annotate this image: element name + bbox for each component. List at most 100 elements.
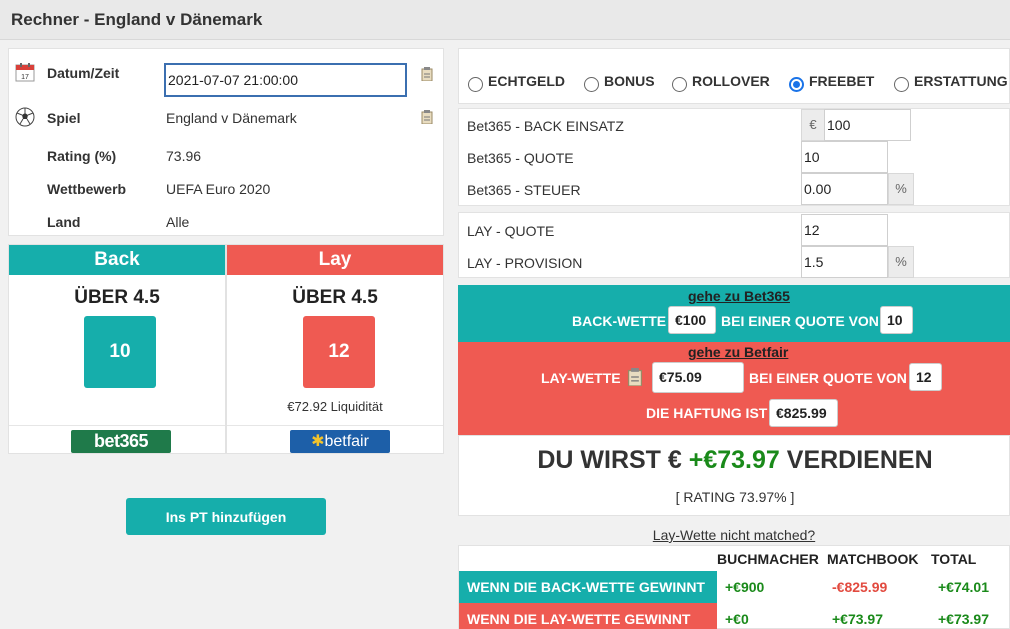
percent-addon: % <box>888 173 914 205</box>
lay-odds-button[interactable]: 12 <box>303 316 375 388</box>
lay-odds-row: LAY - QUOTE <box>459 214 1010 246</box>
radio-circle-icon <box>672 77 687 92</box>
competition-value: UEFA Euro 2020 <box>166 181 271 197</box>
betfair-arrow-icon: ✱ <box>311 433 325 450</box>
lay-not-matched-link[interactable]: Lay-Wette nicht matched? <box>458 527 1010 543</box>
profit-prefix: DU WIRST € <box>537 446 682 474</box>
competition-label: Wettbewerb <box>47 181 127 197</box>
match-value: England v Dänemark <box>166 110 297 126</box>
lay-market: ÜBER 4.5 <box>292 287 378 308</box>
datetime-input[interactable] <box>164 63 407 97</box>
back-fields-panel: Bet365 - BACK EINSATZ € Bet365 - QUOTE B… <box>458 108 1010 206</box>
percent-addon: % <box>888 246 914 278</box>
back-tax-label: Bet365 - STEUER <box>467 182 581 198</box>
svg-text:17: 17 <box>21 74 29 81</box>
bet365-logo[interactable]: bet365 <box>71 430 171 453</box>
table-row-lay-wins: WENN DIE LAY-WETTE GEWINNT <box>459 603 717 629</box>
lay-instruction-panel: gehe zu Betfair LAY-WETTE €75.09 BEI EIN… <box>458 342 1010 435</box>
back-tax-input[interactable] <box>801 173 888 205</box>
back-instruction-panel: gehe zu Bet365 BACK-WETTE €100 BEI EINER… <box>458 285 1010 342</box>
lay-odds-label: LAY - QUOTE <box>467 223 555 239</box>
radio-circle-icon <box>894 77 909 92</box>
back-odds-row: Bet365 - QUOTE <box>459 141 1010 173</box>
lay-odds-value: 12 <box>909 363 942 391</box>
country-value: Alle <box>166 214 190 230</box>
lay-wins-bookmaker: +€0 <box>725 611 749 627</box>
back-wins-matchbook: -€825.99 <box>832 579 888 595</box>
back-odds-button[interactable]: 10 <box>84 316 156 388</box>
profit-rating: [ RATING 73.97% ] <box>675 489 795 505</box>
back-bet-label: BACK-WETTE <box>572 313 667 329</box>
euro-addon: € <box>801 109 825 141</box>
lay-odds-text: BEI EINER QUOTE VON <box>749 370 907 386</box>
lay-fields-panel: LAY - QUOTE LAY - PROVISION % <box>458 212 1010 278</box>
liability-value: €825.99 <box>769 399 838 427</box>
lay-odds-input[interactable] <box>801 214 888 246</box>
datetime-row: 17 Datum/Zeit <box>9 57 445 97</box>
back-footer: bet365 <box>9 425 225 455</box>
goto-bet365-link[interactable]: gehe zu Bet365 <box>688 288 790 304</box>
back-wins-bookmaker: +€900 <box>725 579 765 595</box>
back-odds-label: Bet365 - QUOTE <box>467 150 574 166</box>
radio-label: ECHTGELD <box>488 73 565 89</box>
liability-label: DIE HAFTUNG IST <box>646 405 768 421</box>
country-label: Land <box>47 214 81 230</box>
calendar-icon: 17 <box>15 63 35 82</box>
radio-label: FREEBET <box>809 73 875 89</box>
table-row-back-wins: WENN DIE BACK-WETTE GEWINNT <box>459 571 717 603</box>
rating-label: Rating (%) <box>47 148 117 164</box>
page-title: Rechner - England v Dänemark <box>11 10 263 29</box>
back-wins-total: +€74.01 <box>938 579 989 595</box>
lay-column: Lay ÜBER 4.5 12 €72.92 Liquidität ✱betfa… <box>226 244 444 454</box>
radio-circle-icon <box>584 77 599 92</box>
back-stake-value: €100 <box>668 306 716 334</box>
match-row: Spiel England v Dänemark <box>9 102 445 132</box>
clipboard-icon[interactable] <box>421 110 433 124</box>
radio-label: BONUS <box>604 73 655 89</box>
clipboard-icon[interactable] <box>627 368 643 386</box>
add-to-pt-button[interactable]: Ins PT hinzufügen <box>126 498 326 535</box>
match-label: Spiel <box>47 110 81 126</box>
rating-row: Rating (%) 73.96 <box>9 140 445 170</box>
lay-wins-matchbook: +€73.97 <box>832 611 883 627</box>
lay-commission-row: LAY - PROVISION % <box>459 246 1010 278</box>
lay-liquidity: €72.92 Liquidität <box>287 399 383 414</box>
football-icon <box>15 107 35 127</box>
profit-amount: +€73.97 <box>688 446 780 474</box>
column-header-matchbook: MATCHBOOK <box>827 551 919 567</box>
profit-headline: DU WIRST € +€73.97 VERDIENEN <box>459 446 1010 475</box>
profit-suffix: VERDIENEN <box>786 446 933 474</box>
back-header: Back <box>9 245 225 275</box>
lay-wins-total: +€73.97 <box>938 611 989 627</box>
country-row: Land Alle <box>9 206 445 236</box>
back-stake-label: Bet365 - BACK EINSATZ <box>467 118 624 134</box>
lay-stake-value: €75.09 <box>652 362 744 393</box>
column-header-total: TOTAL <box>931 551 977 567</box>
lay-commission-label: LAY - PROVISION <box>467 255 583 271</box>
lay-bet-label: LAY-WETTE <box>541 370 621 386</box>
back-odds-input[interactable] <box>801 141 888 173</box>
profit-result-panel: DU WIRST € +€73.97 VERDIENEN [ RATING 73… <box>458 435 1010 516</box>
back-market: ÜBER 4.5 <box>74 287 160 308</box>
datetime-label: Datum/Zeit <box>47 65 120 81</box>
back-column: Back ÜBER 4.5 10 bet365 <box>8 244 226 454</box>
radio-label: ERSTATTUNG <box>914 73 1008 89</box>
lay-header: Lay <box>227 245 443 275</box>
goto-betfair-link[interactable]: gehe zu Betfair <box>688 344 788 360</box>
radio-circle-icon <box>468 77 483 92</box>
bet365-logo-text: bet365 <box>93 431 149 451</box>
clipboard-icon[interactable] <box>421 67 433 81</box>
lay-commission-input[interactable] <box>801 246 888 278</box>
rating-value: 73.96 <box>166 148 202 164</box>
back-stake-row: Bet365 - BACK EINSATZ € <box>459 109 1010 141</box>
match-info-panel: 17 Datum/Zeit Spiel England v Dänemark R… <box>8 48 444 236</box>
betfair-logo-text: betfair <box>324 433 369 450</box>
lay-footer: ✱betfair <box>227 425 443 455</box>
betfair-logo[interactable]: ✱betfair <box>290 430 390 453</box>
radio-selected-icon <box>789 77 804 92</box>
back-odds-value: 10 <box>880 306 913 334</box>
back-stake-input[interactable] <box>824 109 911 141</box>
bet-type-radio-group: ECHTGELD BONUS ROLLOVER FREEBET ERSTATTU… <box>458 48 1010 104</box>
column-header-bookmaker: BUCHMACHER <box>717 551 819 567</box>
back-tax-row: Bet365 - STEUER % <box>459 173 1010 205</box>
